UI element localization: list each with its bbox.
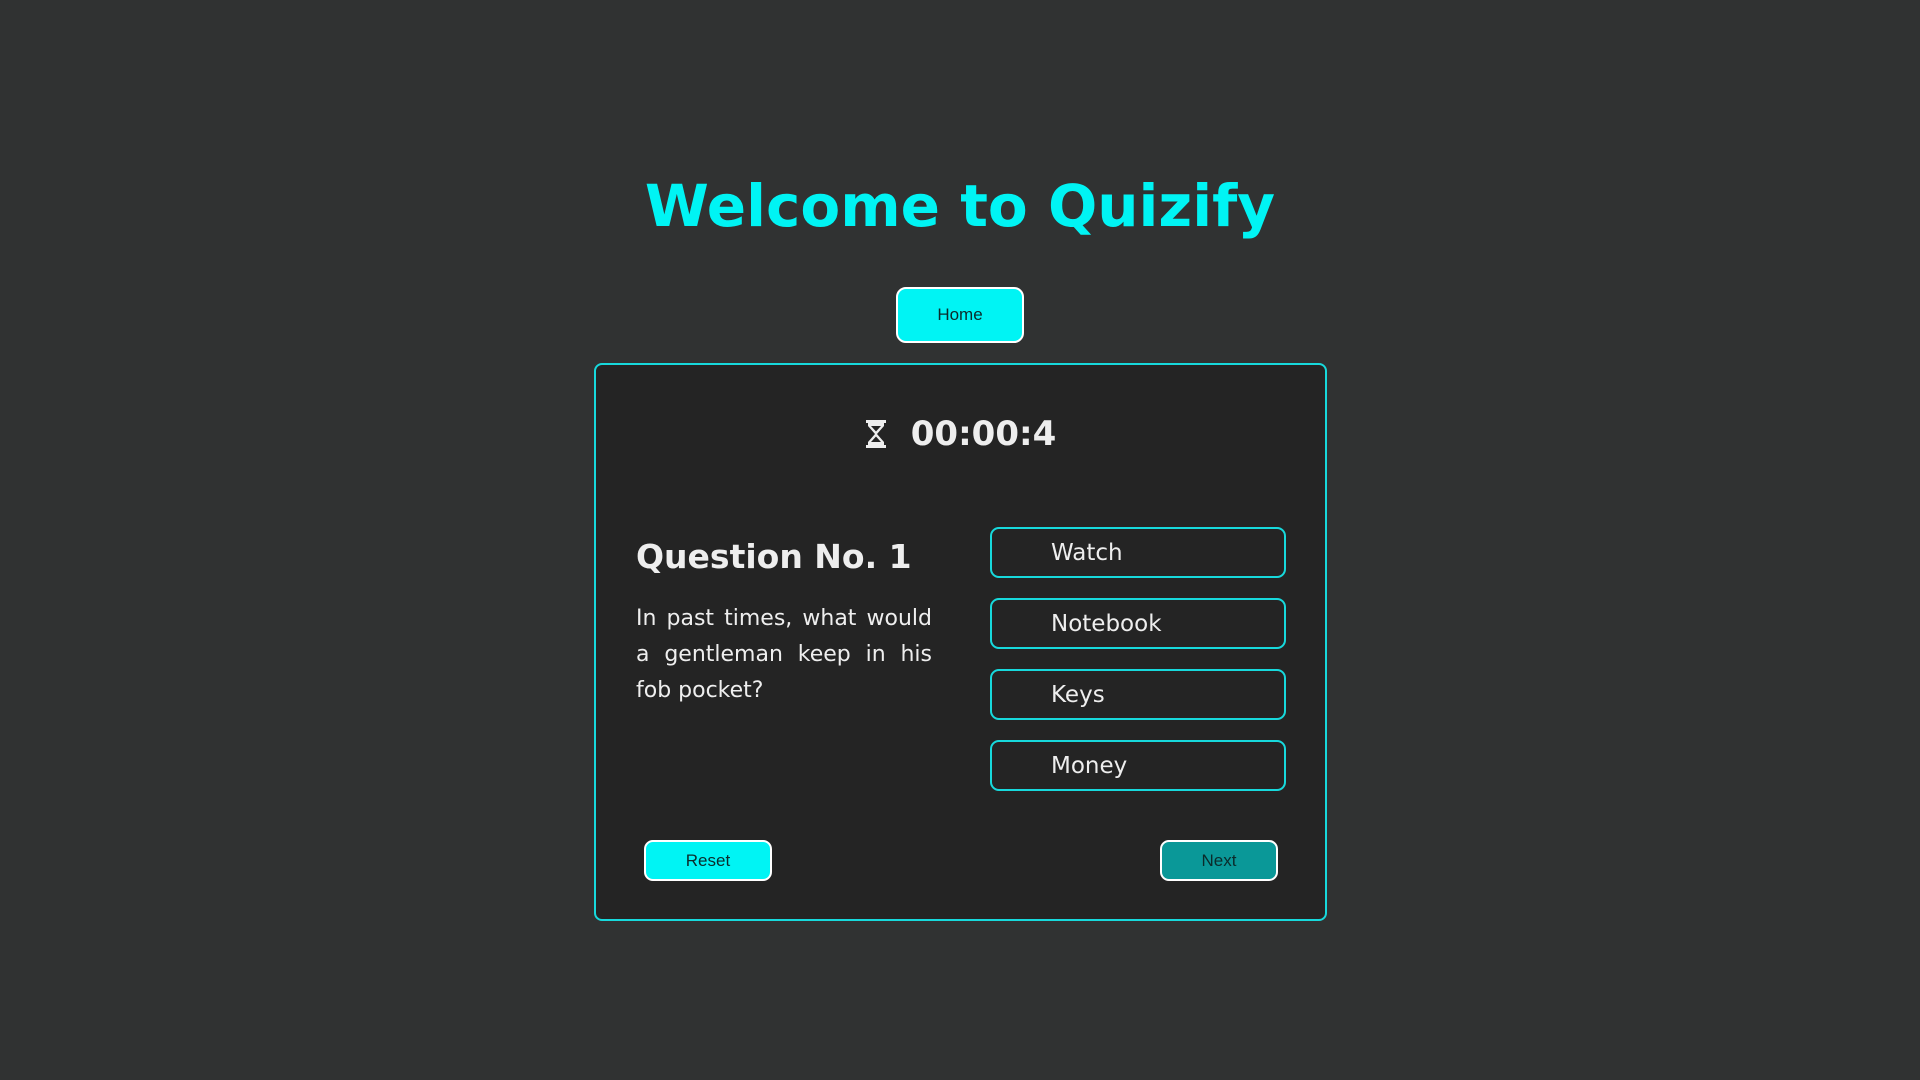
question-text: In past times, what would a gentleman ke… xyxy=(636,606,932,703)
answer-options: Watch Notebook Keys Money xyxy=(990,527,1286,811)
question-title: Question No. 1 xyxy=(636,537,912,576)
timer: 00:00:4 xyxy=(596,414,1325,454)
reset-button[interactable]: Reset xyxy=(644,840,772,881)
timer-value: 00:00:4 xyxy=(910,414,1057,454)
home-button[interactable]: Home xyxy=(896,287,1024,343)
quiz-page: Welcome to Quizify Home 00:00:4 Question… xyxy=(0,0,1920,1080)
answer-option-keys[interactable]: Keys xyxy=(990,669,1286,720)
page-title: Welcome to Quizify xyxy=(644,172,1276,240)
answer-option-notebook[interactable]: Notebook xyxy=(990,598,1286,649)
quiz-card: 00:00:4 Question No. 1 In past times, wh… xyxy=(594,363,1327,921)
next-button[interactable]: Next xyxy=(1160,840,1278,881)
answer-option-money[interactable]: Money xyxy=(990,740,1286,791)
answer-option-watch[interactable]: Watch xyxy=(990,527,1286,578)
hourglass-icon xyxy=(865,420,887,448)
